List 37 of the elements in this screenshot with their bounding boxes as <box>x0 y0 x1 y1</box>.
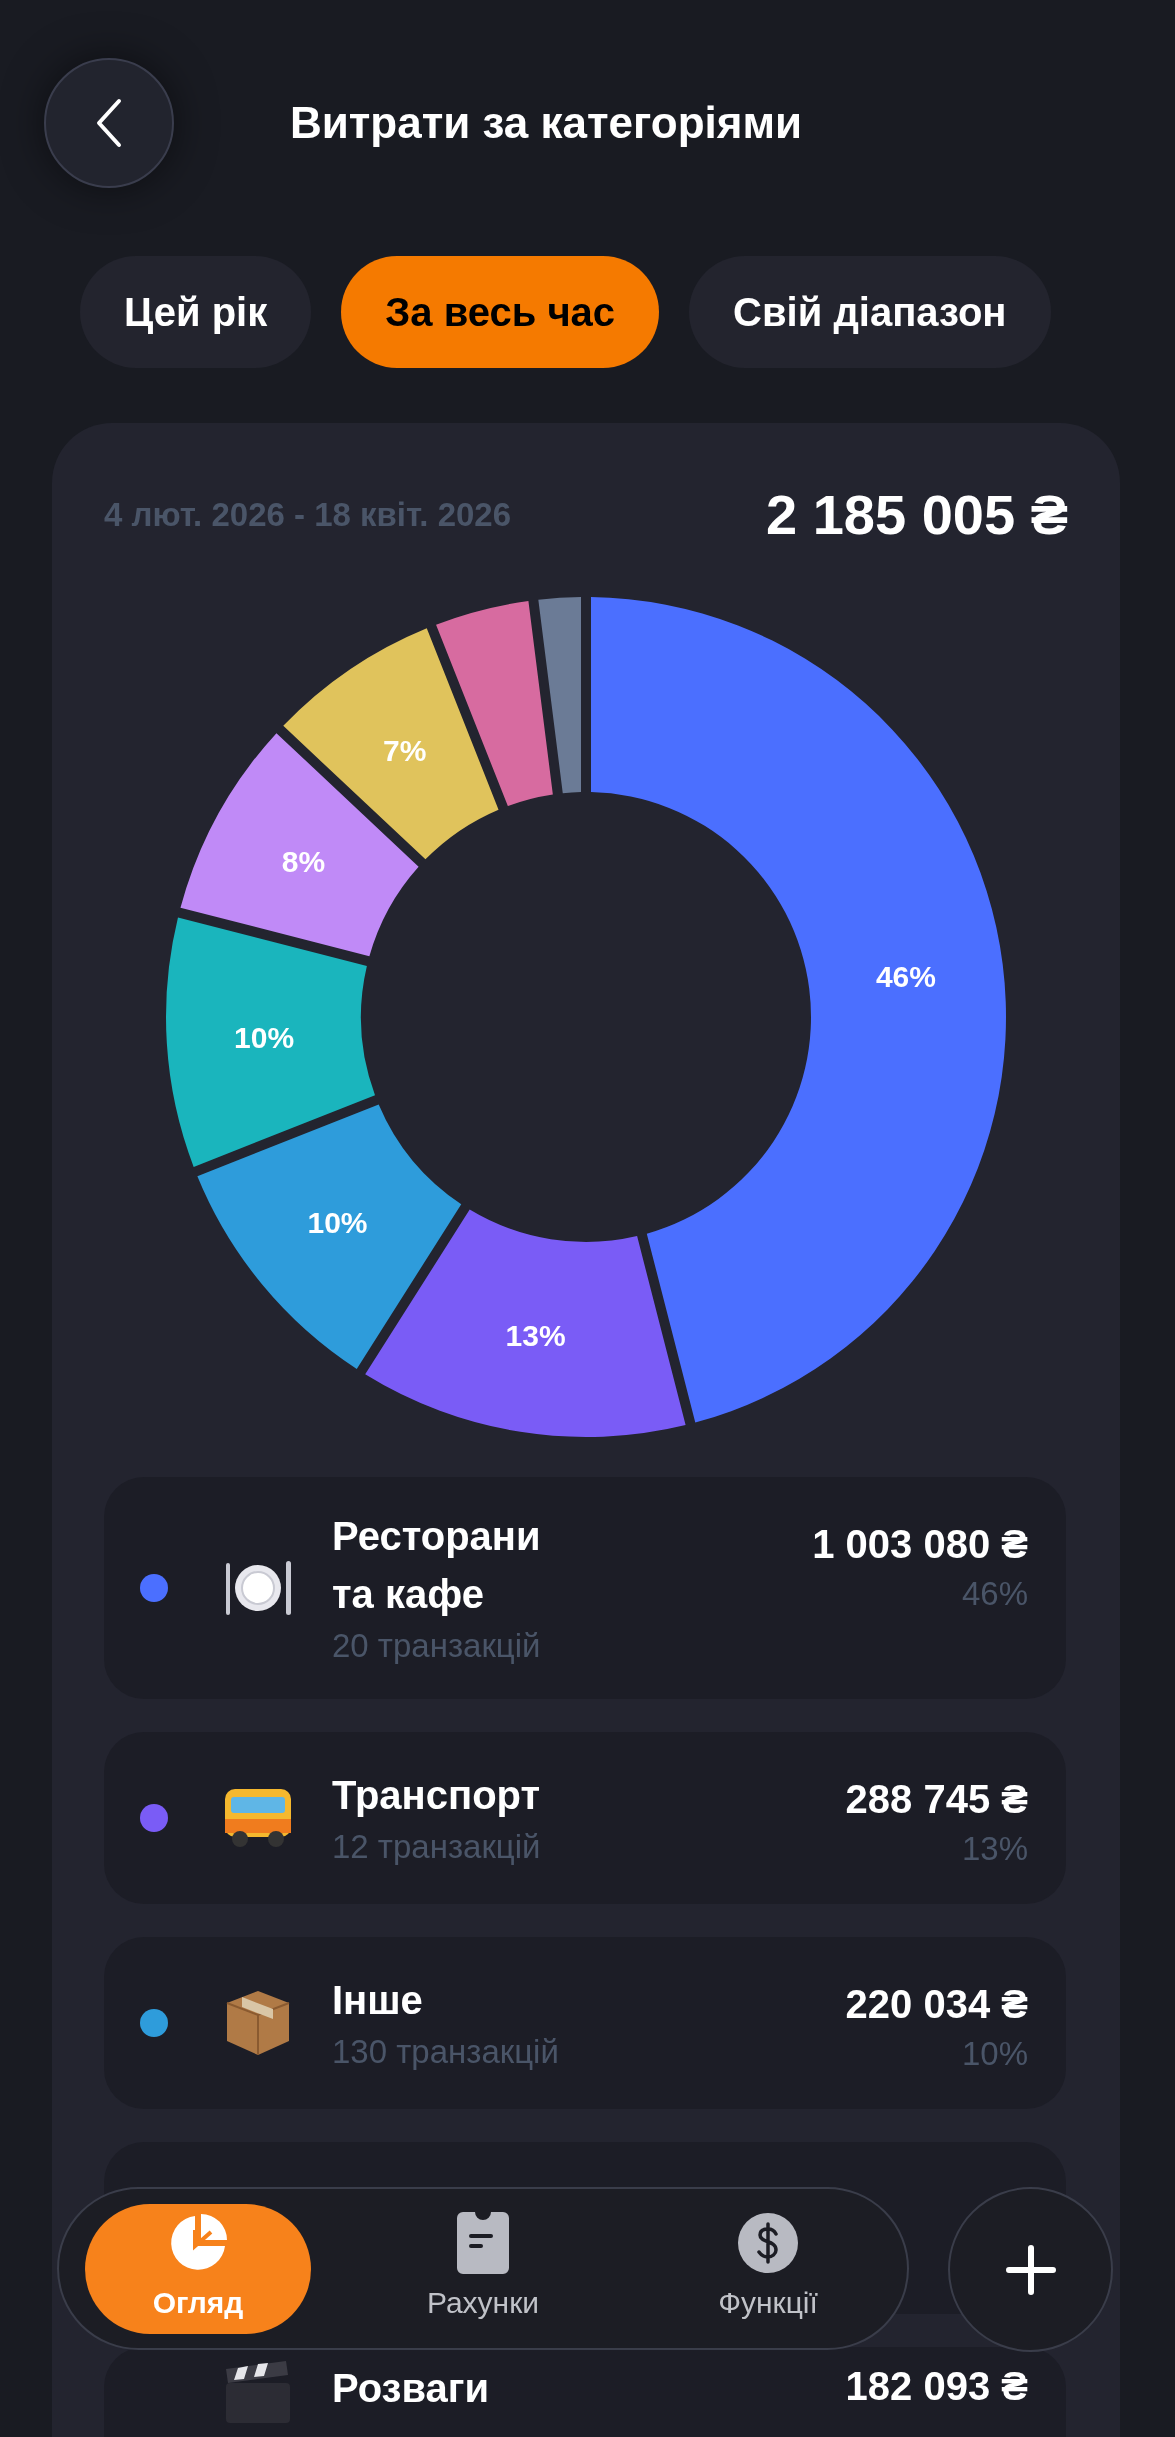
period-tab[interactable]: Цей рік <box>80 256 312 368</box>
period-tab[interactable]: За весь час <box>341 256 660 368</box>
transaction-count: 20 транзакцій <box>332 1626 542 1666</box>
screen-title: Витрати за категоріями <box>290 97 803 149</box>
category-amount: 1 003 080 ₴ <box>812 1521 1028 1568</box>
category-amount: 288 745 ₴ <box>845 1776 1028 1823</box>
category-name: Інше <box>332 1977 424 2024</box>
document-icon <box>457 2212 509 2274</box>
category-share: 10% <box>961 2034 1028 2074</box>
box-icon <box>225 1989 291 2057</box>
total-amount: 2 185 005 ₴ <box>765 482 1068 548</box>
category-card[interactable]: Розваги 182 093 ₴ <box>104 2347 1066 2437</box>
clapperboard-icon <box>224 2359 292 2425</box>
plus-icon <box>1005 2244 1056 2295</box>
category-share: 46% <box>961 1574 1028 1614</box>
segment-label: 46% <box>875 960 936 994</box>
segment-label: 10% <box>234 1020 295 1054</box>
nav-tab[interactable]: Функції <box>655 2203 881 2334</box>
category-card[interactable]: Ресторани та кафе 20 транзакцій 1 003 080 ₴ 46% <box>104 1477 1066 1699</box>
segment-label: 7% <box>383 733 427 767</box>
transaction-count: 130 транзакцій <box>332 2032 560 2072</box>
dollar-coin-icon <box>737 2212 799 2274</box>
category-name: Транспорт <box>332 1772 542 1819</box>
category-amount: 220 034 ₴ <box>845 1981 1028 2028</box>
category-name: Розваги <box>332 2365 491 2412</box>
category-name: Ресторани та кафе <box>332 1513 542 1618</box>
category-card[interactable]: Інше 130 транзакцій 220 034 ₴ 10% <box>104 1937 1066 2109</box>
segment-label: 13% <box>505 1319 566 1353</box>
segment-label: 10% <box>307 1206 368 1240</box>
segment-label: 8% <box>281 845 326 879</box>
period-tab[interactable]: Свій діапазон <box>689 256 1051 368</box>
category-card[interactable]: Транспорт 12 транзакцій 288 745 ₴ 13% <box>104 1732 1066 1904</box>
category-share: 13% <box>961 1829 1028 1869</box>
date-range: 4 лют. 2026 - 18 квіт. 2026 <box>104 495 512 536</box>
category-amount: 182 093 ₴ <box>845 2363 1028 2410</box>
nav-tab[interactable]: Рахунки <box>370 2203 596 2334</box>
transaction-count: 12 транзакцій <box>332 1827 542 1867</box>
